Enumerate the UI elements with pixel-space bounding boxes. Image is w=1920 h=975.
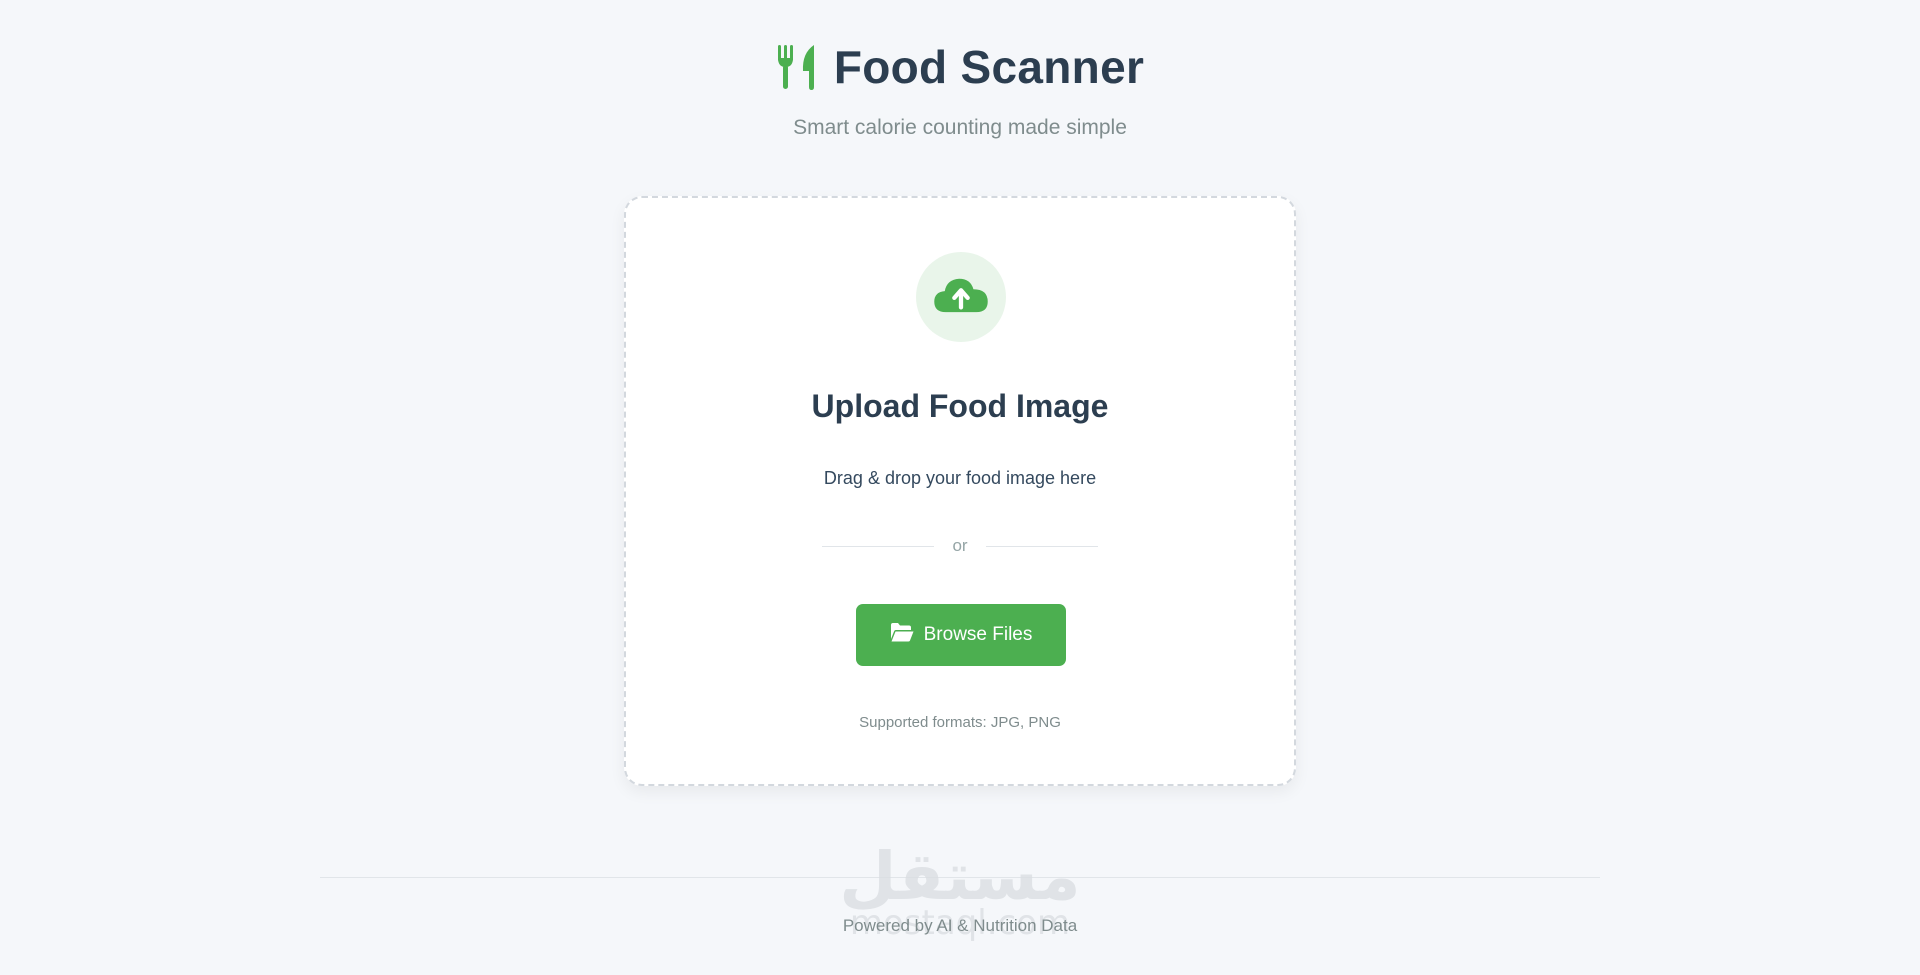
supported-formats: Supported formats: JPG, PNG	[859, 714, 1061, 731]
mostaql-watermark: مستقل mostaql.com	[830, 840, 1090, 960]
footer-text: Powered by AI & Nutrition Data	[842, 916, 1078, 935]
divider-line-left	[822, 545, 935, 547]
footer-divider	[320, 877, 1600, 878]
divider-or-text: or	[952, 536, 968, 555]
cloud-upload-icon	[932, 274, 990, 321]
title-row: Food Scanner	[0, 40, 1920, 94]
drag-drop-instruction: Drag & drop your food image here	[823, 468, 1097, 488]
browse-files-label: Browse Files	[923, 624, 1033, 645]
browse-files-button[interactable]: Browse Files	[856, 604, 1066, 666]
app-subtitle: Smart calorie counting made simple	[793, 116, 1127, 139]
or-divider: or	[822, 536, 1098, 556]
folder-open-icon	[890, 622, 914, 648]
divider-line-right	[985, 545, 1098, 547]
utensils-icon	[776, 43, 818, 91]
upload-icon-circle	[916, 252, 1006, 342]
app-title: Food Scanner	[833, 41, 1145, 93]
upload-dropzone[interactable]: Upload Food Image Drag & drop your food …	[624, 196, 1296, 786]
upload-title: Upload Food Image	[811, 388, 1109, 424]
